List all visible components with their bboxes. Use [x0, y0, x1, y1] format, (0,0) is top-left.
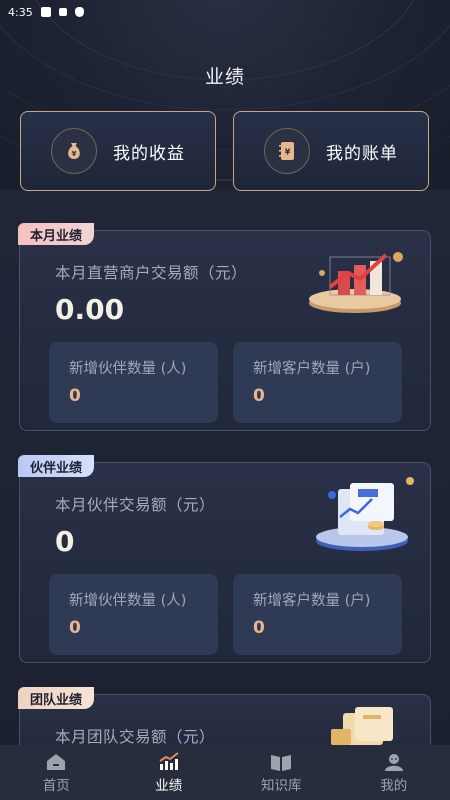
bottom-tab-bar: 首页 业绩 知识库 我的	[0, 745, 450, 800]
my-bills-label: 我的账单	[326, 143, 398, 164]
direct-merchant-volume-label: 本月直营商户交易额（元）	[55, 264, 248, 282]
home-icon	[47, 753, 66, 770]
shield-notification-icon	[74, 7, 84, 17]
new-customers-label: 新增客户数量 (户)	[253, 361, 371, 377]
svg-text:¥: ¥	[72, 150, 77, 158]
status-bar: 4:35	[0, 0, 450, 24]
monthly-performance-tag: 本月业绩	[18, 223, 95, 245]
report-illustration-icon	[316, 477, 414, 551]
tab-profile[interactable]: 我的	[338, 745, 450, 800]
partner-new-customers-stat: 新增客户数量 (户) 0	[233, 574, 402, 655]
direct-merchant-volume-value: 0.00	[55, 293, 125, 326]
monthly-performance-card[interactable]: 本月业绩 本月直营商户交易额（元） 0.00 新增伙伴数量 (人) 0 新增客户…	[18, 223, 431, 431]
partner-new-partners-value: 0	[69, 618, 81, 638]
tab-profile-label: 我的	[380, 777, 408, 794]
tab-knowledge-base[interactable]: 知识库	[225, 745, 338, 800]
partner-performance-tag: 伙伴业绩	[18, 455, 95, 477]
a-notification-icon	[58, 8, 67, 16]
team-performance-tag: 团队业绩	[18, 687, 95, 709]
my-earnings-label: 我的收益	[113, 143, 185, 164]
performance-chart-icon	[159, 751, 179, 770]
bill-icon: ¥	[264, 128, 310, 174]
partner-new-customers-label: 新增客户数量 (户)	[253, 593, 371, 609]
new-partners-stat: 新增伙伴数量 (人) 0	[49, 342, 218, 423]
new-partners-value: 0	[69, 386, 81, 406]
page-title: 业绩	[204, 66, 245, 88]
book-icon	[271, 754, 292, 771]
svg-text:¥: ¥	[285, 148, 291, 157]
partner-volume-value: 0	[55, 525, 75, 558]
documents-illustration-icon	[331, 707, 393, 745]
tab-performance[interactable]: 业绩	[113, 745, 226, 800]
tab-home[interactable]: 首页	[0, 745, 113, 800]
partner-volume-label: 本月伙伴交易额（元）	[55, 496, 216, 514]
new-partners-label: 新增伙伴数量 (人)	[69, 361, 187, 377]
my-bills-button[interactable]: ¥ 我的账单	[233, 111, 429, 191]
partner-performance-card[interactable]: 伙伴业绩 本月伙伴交易额（元） 0 新增伙伴数量 (人) 0 新增客户数量 (户…	[18, 455, 431, 663]
status-time: 4:35	[8, 5, 33, 19]
bar-chart-illustration-icon	[309, 252, 403, 313]
team-volume-label: 本月团队交易额（元）	[55, 728, 216, 746]
gallery-notification-icon	[40, 7, 51, 17]
profile-icon	[384, 753, 403, 771]
tab-knowledge-base-label: 知识库	[261, 777, 302, 794]
partner-new-customers-value: 0	[253, 618, 265, 638]
new-customers-value: 0	[253, 386, 265, 406]
my-earnings-button[interactable]: ¥ 我的收益	[20, 111, 216, 191]
tab-home-label: 首页	[42, 777, 70, 794]
partner-new-partners-stat: 新增伙伴数量 (人) 0	[49, 574, 218, 655]
tab-performance-label: 业绩	[155, 777, 183, 794]
money-bag-icon: ¥	[51, 128, 97, 174]
new-customers-stat: 新增客户数量 (户) 0	[233, 342, 402, 423]
partner-new-partners-label: 新增伙伴数量 (人)	[69, 593, 187, 609]
